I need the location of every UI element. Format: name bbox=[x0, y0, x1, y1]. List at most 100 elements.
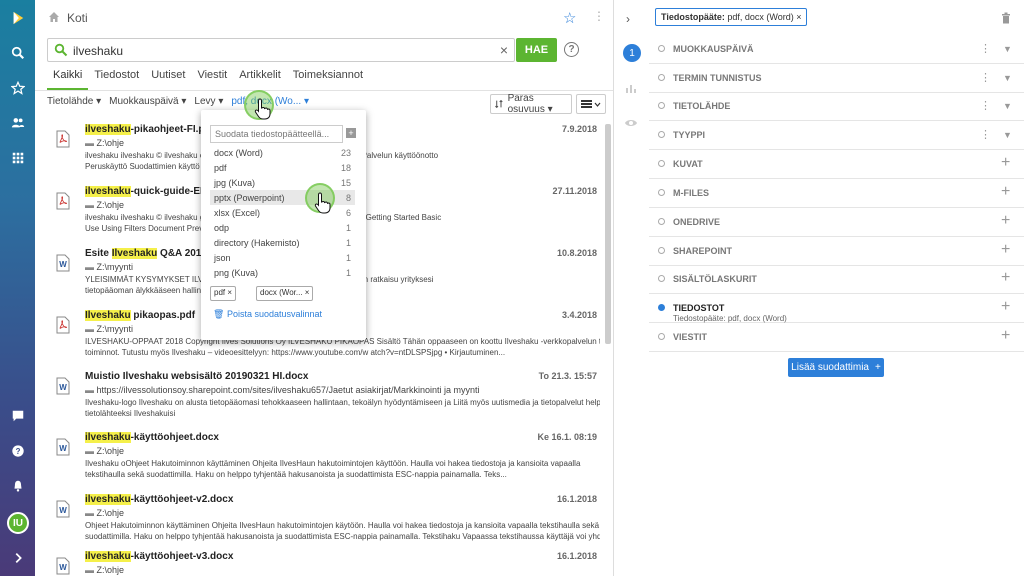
filter-row[interactable]: M-FILES + bbox=[649, 179, 1024, 208]
filter-levy[interactable]: Levy ▾ bbox=[194, 96, 223, 107]
file-type-option[interactable]: json 1 bbox=[210, 250, 355, 265]
option-count: 1 bbox=[345, 237, 351, 248]
file-type-option[interactable]: directory (Hakemisto) 1 bbox=[210, 235, 355, 250]
users-icon[interactable] bbox=[0, 108, 35, 138]
tab-kaikki[interactable]: Kaikki bbox=[47, 68, 89, 90]
bell-icon[interactable] bbox=[0, 471, 35, 501]
tab-uutiset[interactable]: Uutiset bbox=[145, 68, 191, 90]
selected-chip-pdf[interactable]: pdf × bbox=[210, 286, 237, 301]
file-type-option[interactable]: png (Kuva) 1 bbox=[210, 265, 355, 280]
file-type-option[interactable]: odp 1 bbox=[210, 220, 355, 235]
file-type-option[interactable]: jpg (Kuva) 15 bbox=[210, 175, 355, 190]
filter-options-icon[interactable]: ⋮ bbox=[980, 71, 991, 84]
filter-row[interactable]: SHAREPOINT + bbox=[649, 237, 1024, 266]
active-filter-chip[interactable]: Tiedostopääte: pdf, docx (Word) × bbox=[655, 8, 808, 26]
collapse-panel-icon[interactable]: › bbox=[626, 12, 630, 26]
result-path[interactable]: ▬ Z:\ohje bbox=[85, 200, 124, 210]
add-filter-icon[interactable]: + bbox=[1001, 298, 1010, 316]
clear-search-icon[interactable]: × bbox=[500, 42, 508, 58]
filter-row[interactable]: TIEDOSTOT Tiedostopääte: pdf, docx (Word)… bbox=[649, 294, 1024, 323]
result-title[interactable]: ilveshaku-käyttöohjeet-v2.docx bbox=[85, 494, 233, 505]
result-title[interactable]: ilveshaku-pikaohjeet-FI.pdf bbox=[85, 124, 214, 135]
search-icon[interactable] bbox=[0, 38, 35, 68]
bar-chart-icon[interactable] bbox=[625, 82, 637, 94]
result-path[interactable]: ▬ Z:\ohje bbox=[85, 138, 124, 148]
result-path[interactable]: ▬ Z:\myynti bbox=[85, 262, 133, 272]
result-title[interactable]: ilveshaku-käyttöohjeet.docx bbox=[85, 432, 219, 443]
add-filter-icon[interactable]: + bbox=[1001, 183, 1010, 201]
option-label: directory (Hakemisto) bbox=[214, 237, 300, 248]
add-filter-icon[interactable]: + bbox=[1001, 269, 1010, 287]
tab-tiedostot[interactable]: Tiedostot bbox=[88, 68, 145, 90]
search-input[interactable]: ilveshaku × bbox=[47, 38, 515, 62]
chevron-down-icon[interactable]: ▼ bbox=[1003, 73, 1012, 83]
result-path[interactable]: ▬ Z:\ohje bbox=[85, 446, 124, 456]
search-button[interactable]: HAE bbox=[516, 38, 557, 62]
title-highlight: ilveshaku bbox=[85, 124, 131, 135]
chevron-down-icon[interactable]: ▼ bbox=[1003, 101, 1012, 111]
result-path[interactable]: ▬ https://ilvessolutionsoy.sharepoint.co… bbox=[85, 385, 480, 395]
search-help-icon[interactable]: ? bbox=[564, 42, 579, 57]
path-text: Z:\myynti bbox=[96, 262, 134, 272]
filter-row[interactable]: TERMIN TUNNISTUS ⋮ ▼ bbox=[649, 64, 1024, 93]
filter-panel-nav: › 1 bbox=[614, 0, 650, 576]
home-icon[interactable] bbox=[48, 11, 60, 23]
add-filters-button[interactable]: Lisää suodattimia + bbox=[788, 358, 884, 377]
result-tabs: Kaikki Tiedostot Uutiset Viestit Artikke… bbox=[47, 68, 369, 90]
chevron-down-icon[interactable]: ▼ bbox=[1003, 44, 1012, 54]
title-text: -käyttöohjeet-v2.docx bbox=[130, 494, 234, 505]
favorite-star-icon[interactable]: ☆ bbox=[563, 9, 576, 27]
filter-row[interactable]: ONEDRIVE + bbox=[649, 208, 1024, 237]
more-options-icon[interactable]: ⋮ bbox=[593, 9, 605, 23]
help-icon[interactable]: ? bbox=[0, 436, 35, 466]
clear-filters-link[interactable]: 🗑 Poista suodatusvalinnat bbox=[213, 309, 322, 320]
result-path[interactable]: ▬ Z:\ohje bbox=[85, 565, 124, 575]
add-filter-icon[interactable]: + bbox=[1001, 154, 1010, 172]
result-title[interactable]: Muistio Ilveshaku websisältö 20190321 HI… bbox=[85, 371, 308, 382]
tab-divider bbox=[35, 90, 613, 91]
add-filter-icon[interactable]: + bbox=[346, 128, 356, 138]
filter-options-icon[interactable]: ⋮ bbox=[980, 99, 991, 112]
filter-row[interactable]: TIETOLÄHDE ⋮ ▼ bbox=[649, 92, 1024, 121]
drive-icon: ▬ bbox=[85, 200, 94, 210]
active-filters-count[interactable]: 1 bbox=[623, 44, 641, 62]
view-mode-button[interactable] bbox=[576, 94, 606, 114]
result-title[interactable]: Ilveshaku pikaopas.pdf bbox=[85, 310, 195, 321]
chevron-down-icon[interactable]: ▼ bbox=[1003, 130, 1012, 140]
user-avatar[interactable]: IU bbox=[7, 512, 29, 534]
filter-row[interactable]: TYYPPI ⋮ ▼ bbox=[649, 121, 1024, 150]
title-text: -käyttöohjeet.docx bbox=[130, 432, 219, 443]
add-filter-icon[interactable]: + bbox=[1001, 241, 1010, 259]
result-path[interactable]: ▬ Z:\myynti bbox=[85, 324, 133, 334]
star-icon[interactable] bbox=[0, 73, 35, 103]
file-type-option[interactable]: xlsx (Excel) 6 bbox=[210, 205, 355, 220]
file-type-filter-input[interactable]: Suodata tiedostopäätteellä... bbox=[210, 125, 343, 143]
filter-options-icon[interactable]: ⋮ bbox=[980, 128, 991, 141]
filter-row[interactable]: KUVAT + bbox=[649, 150, 1024, 179]
tab-viestit[interactable]: Viestit bbox=[191, 68, 233, 90]
filter-options-icon[interactable]: ⋮ bbox=[980, 42, 991, 55]
filter-row[interactable]: SISÄLTÖLASKURIT + bbox=[649, 265, 1024, 294]
filter-row[interactable]: MUOKKAUSPÄIVÄ ⋮ ▼ bbox=[649, 35, 1024, 64]
eye-icon[interactable] bbox=[624, 118, 638, 128]
filter-tietolahde[interactable]: Tietolähde ▾ bbox=[47, 96, 101, 107]
sort-select[interactable]: Paras osuvuus ▾ bbox=[490, 93, 572, 115]
delete-filters-icon[interactable] bbox=[1001, 12, 1011, 24]
result-path[interactable]: ▬ Z:\ohje bbox=[85, 508, 124, 518]
file-type-option[interactable]: pdf 18 bbox=[210, 160, 355, 175]
tab-artikkelit[interactable]: Artikkelit bbox=[233, 68, 287, 90]
apps-grid-icon[interactable] bbox=[0, 143, 35, 173]
file-type-option[interactable]: docx (Word) 23 bbox=[210, 145, 355, 160]
app-logo-icon[interactable] bbox=[0, 3, 35, 33]
expand-sidebar-icon[interactable] bbox=[0, 543, 35, 573]
option-count: 15 bbox=[340, 177, 351, 188]
add-filter-icon[interactable]: + bbox=[1001, 327, 1010, 345]
filter-row[interactable]: VIESTIT + bbox=[649, 323, 1024, 352]
tab-toimeksiannot[interactable]: Toimeksiannot bbox=[287, 68, 369, 90]
result-title[interactable]: ilveshaku-käyttöohjeet-v3.docx bbox=[85, 551, 233, 562]
chat-icon[interactable] bbox=[0, 401, 35, 431]
selected-chip-docx[interactable]: docx (Wor... × bbox=[256, 286, 314, 301]
add-filter-icon[interactable]: + bbox=[1001, 212, 1010, 230]
results-scrollbar[interactable] bbox=[605, 124, 611, 344]
filter-muokkauspaiva[interactable]: Muokkauspäivä ▾ bbox=[109, 96, 186, 107]
